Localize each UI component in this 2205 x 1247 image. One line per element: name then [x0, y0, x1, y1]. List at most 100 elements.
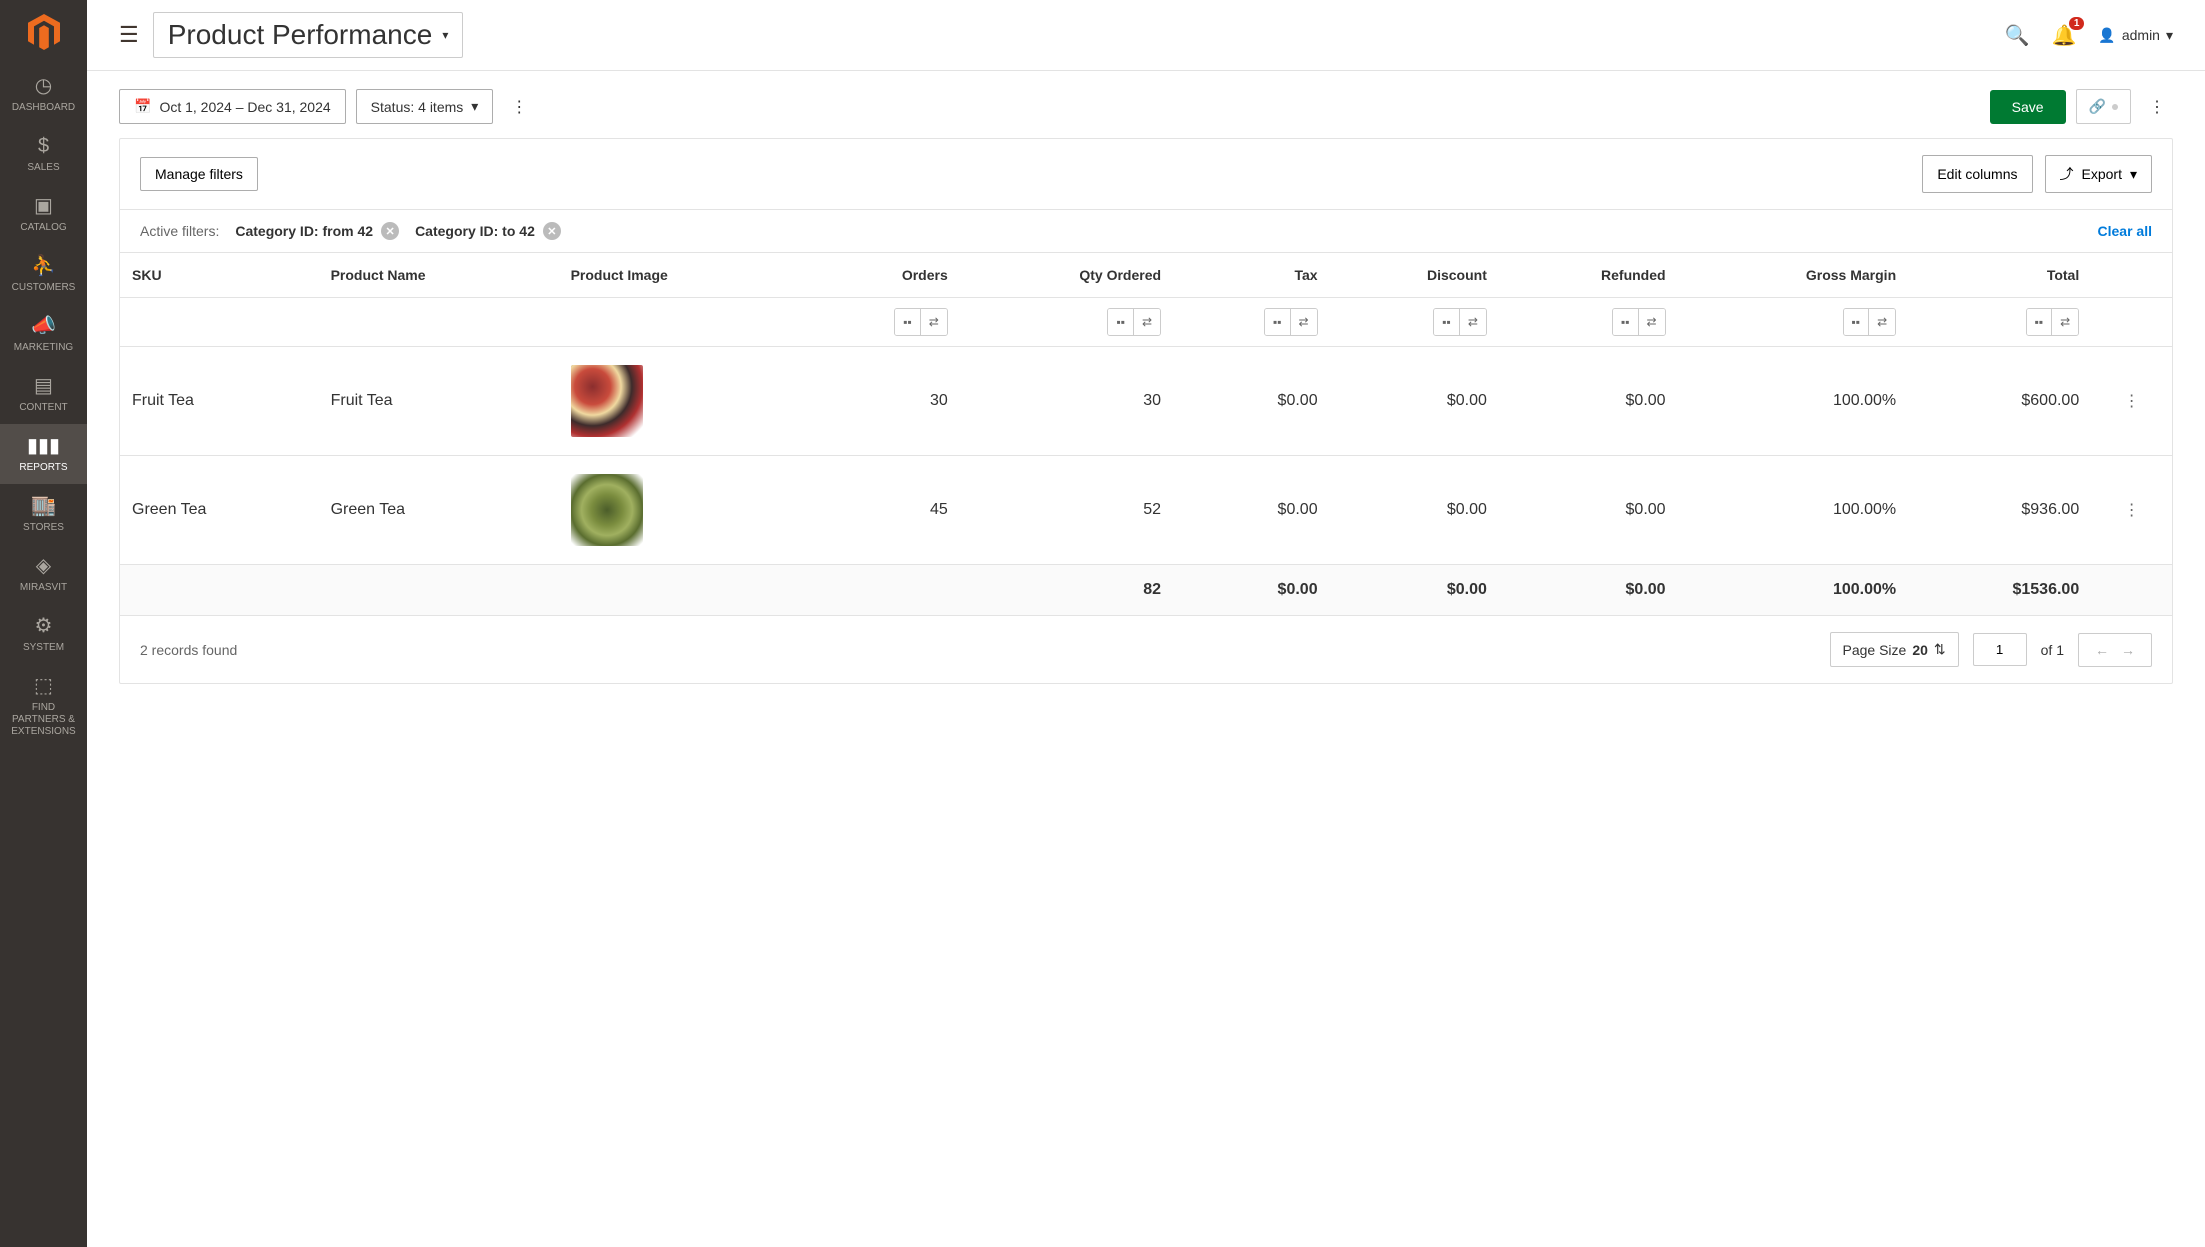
cell-sku: Green Tea: [120, 456, 319, 565]
sort-swap-icon[interactable]: ⇄: [1639, 309, 1665, 335]
cell-sku: Fruit Tea: [120, 347, 319, 456]
page-of-label: of 1: [2041, 642, 2064, 658]
col-orders[interactable]: Orders: [803, 253, 960, 298]
col-sku[interactable]: SKU: [120, 253, 319, 298]
cell-orders: 45: [803, 456, 960, 565]
nav-label: MARKETING: [14, 342, 73, 354]
col-refunded[interactable]: Refunded: [1499, 253, 1678, 298]
col-gross-margin[interactable]: Gross Margin: [1678, 253, 1909, 298]
sort-swap-icon[interactable]: ⇄: [1291, 309, 1317, 335]
status-filter[interactable]: Status: 4 items ▾: [356, 89, 494, 124]
cell-product-image: [559, 347, 804, 456]
nav-customers[interactable]: ⛹CUSTOMERS: [0, 244, 87, 304]
status-text: Status: 4 items: [371, 99, 464, 115]
nav-reports[interactable]: ▮▮▮REPORTS: [0, 424, 87, 484]
date-range-picker[interactable]: 📅 Oct 1, 2024 – Dec 31, 2024: [119, 89, 346, 124]
magento-logo[interactable]: [24, 12, 64, 52]
data-table: SKU Product Name Product Image Orders Qt…: [120, 253, 2172, 616]
sort-swap-icon[interactable]: ⇄: [2052, 309, 2078, 335]
page-title-dropdown[interactable]: Product Performance ▾: [153, 12, 464, 58]
row-actions-icon[interactable]: ⋮: [2091, 456, 2172, 565]
calendar-icon: 📅: [134, 98, 151, 115]
gem-icon: ◈: [36, 554, 51, 578]
sort-swap-icon[interactable]: ⇄: [1460, 309, 1486, 335]
row-actions-icon[interactable]: ⋮: [2091, 347, 2172, 456]
pagination: Page Size 20 ⇅ of 1 ← →: [1830, 632, 2153, 667]
notifications-icon[interactable]: 🔔1: [2051, 23, 2076, 48]
export-label: Export: [2082, 166, 2122, 182]
card-footer: 2 records found Page Size 20 ⇅ of 1 ← →: [120, 616, 2172, 683]
save-button[interactable]: Save: [1990, 90, 2066, 124]
table-row: Green Tea Green Tea 45 52 $0.00 $0.00 $0…: [120, 456, 2172, 565]
nav-catalog[interactable]: ▣CATALOG: [0, 184, 87, 244]
box-icon: ▣: [34, 194, 53, 218]
active-filters-label: Active filters:: [140, 223, 219, 239]
page-size-select[interactable]: Page Size 20 ⇅: [1830, 632, 1959, 667]
next-page-icon[interactable]: →: [2117, 642, 2139, 658]
nav-content[interactable]: ▤CONTENT: [0, 364, 87, 424]
page-title: Product Performance: [168, 19, 433, 51]
user-icon: 👤: [2098, 27, 2115, 44]
admin-label: admin: [2122, 27, 2160, 43]
nav-marketing[interactable]: 📣 MARKETING: [0, 304, 87, 364]
sidebar: ◷DASHBOARD $ SALES ▣CATALOG ⛹CUSTOMERS 📣 M…: [0, 0, 87, 1247]
nav-system[interactable]: ⚙SYSTEM: [0, 604, 87, 664]
dollar-icon: $: [38, 134, 49, 158]
nav-label: SYSTEM: [23, 642, 64, 654]
sort-swap-icon[interactable]: ⇄: [1869, 309, 1895, 335]
active-filters-bar: Active filters: Category ID: from 42 ✕ C…: [120, 209, 2172, 253]
sort-chart-icon[interactable]: ▪▪: [1265, 309, 1291, 335]
col-product-name[interactable]: Product Name: [319, 253, 559, 298]
manage-filters-button[interactable]: Manage filters: [140, 157, 258, 191]
cell-orders: 30: [803, 347, 960, 456]
sort-chart-icon[interactable]: ▪▪: [1613, 309, 1639, 335]
date-range-text: Oct 1, 2024 – Dec 31, 2024: [159, 99, 330, 115]
col-total[interactable]: Total: [1908, 253, 2091, 298]
nav-stores[interactable]: 🏬STORES: [0, 484, 87, 544]
prev-page-icon[interactable]: ←: [2091, 642, 2113, 658]
hamburger-icon[interactable]: ☰: [119, 22, 139, 48]
sort-chart-icon[interactable]: ▪▪: [2027, 309, 2053, 335]
sort-swap-icon[interactable]: ⇄: [921, 309, 947, 335]
person-icon: ⛹: [31, 254, 56, 278]
toolbar-more-icon[interactable]: ⋮: [503, 91, 535, 123]
cell-total: $936.00: [1908, 456, 2091, 565]
col-tax[interactable]: Tax: [1173, 253, 1330, 298]
nav-dashboard[interactable]: ◷DASHBOARD: [0, 64, 87, 124]
search-icon[interactable]: 🔍: [2005, 23, 2030, 48]
sort-chart-icon[interactable]: ▪▪: [1108, 309, 1134, 335]
megaphone-icon: 📣: [31, 314, 56, 338]
records-found: 2 records found: [140, 642, 237, 658]
nav-label: FIND PARTNERS & EXTENSIONS: [4, 702, 83, 738]
filter-chip-text: Category ID: from 42: [235, 223, 373, 239]
nav-sales[interactable]: $ SALES: [0, 124, 87, 184]
nav-partners[interactable]: ⬚FIND PARTNERS & EXTENSIONS: [0, 664, 87, 748]
remove-filter-icon[interactable]: ✕: [381, 222, 399, 240]
nav-mirasvit[interactable]: ◈MIRASVIT: [0, 544, 87, 604]
total-refunded: $0.00: [1499, 565, 1678, 616]
nav-label: SALES: [27, 162, 59, 174]
remove-filter-icon[interactable]: ✕: [543, 222, 561, 240]
share-button[interactable]: 🔗: [2076, 89, 2131, 124]
sort-swap-icon[interactable]: ⇄: [1134, 309, 1160, 335]
cell-margin: 100.00%: [1678, 456, 1909, 565]
card-toolbar: Manage filters Edit columns ⤴ Export ▾: [120, 139, 2172, 209]
sort-chart-icon[interactable]: ▪▪: [1434, 309, 1460, 335]
export-button[interactable]: ⤴ Export ▾: [2045, 155, 2153, 193]
clear-all-filters[interactable]: Clear all: [2098, 223, 2152, 239]
table-header-row: SKU Product Name Product Image Orders Qt…: [120, 253, 2172, 298]
col-discount[interactable]: Discount: [1330, 253, 1499, 298]
admin-menu[interactable]: 👤 admin ▾: [2098, 27, 2173, 44]
cell-qty: 52: [960, 456, 1173, 565]
toolbar-right-more-icon[interactable]: ⋮: [2141, 91, 2173, 123]
current-page-input[interactable]: [1973, 633, 2027, 666]
col-qty-ordered[interactable]: Qty Ordered: [960, 253, 1173, 298]
status-dot: [2112, 104, 2118, 110]
edit-columns-button[interactable]: Edit columns: [1922, 155, 2032, 193]
sort-chart-icon[interactable]: ▪▪: [1844, 309, 1870, 335]
content-icon: ▤: [34, 374, 53, 398]
cell-discount: $0.00: [1330, 456, 1499, 565]
col-product-image[interactable]: Product Image: [559, 253, 804, 298]
upload-icon: ⤴: [2060, 164, 2074, 184]
sort-chart-icon[interactable]: ▪▪: [895, 309, 921, 335]
